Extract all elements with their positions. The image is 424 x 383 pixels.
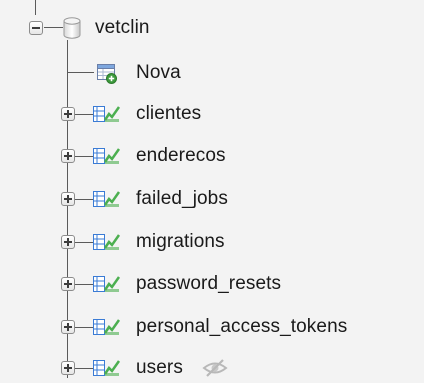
- table-icon: [93, 317, 121, 342]
- table-name[interactable]: clientes: [136, 100, 201, 128]
- tree-line-top: [35, 0, 36, 15]
- table-icon: [93, 189, 121, 214]
- expand-icon[interactable]: [61, 192, 75, 206]
- table-icon: [93, 274, 121, 299]
- collapse-icon[interactable]: [29, 21, 43, 35]
- expand-icon[interactable]: [61, 107, 75, 121]
- eye-slash-icon[interactable]: [202, 358, 228, 383]
- expand-icon[interactable]: [61, 149, 75, 163]
- new-table-row[interactable]: Nova: [0, 59, 424, 87]
- table-name[interactable]: users: [136, 354, 183, 382]
- table-name[interactable]: enderecos: [136, 142, 226, 170]
- table-row[interactable]: password_resets: [0, 270, 424, 298]
- tree-line-branch: [75, 284, 93, 285]
- tree-line-branch: [75, 327, 93, 328]
- table-icon: [93, 146, 121, 171]
- table-icon: [93, 104, 121, 129]
- table-row[interactable]: personal_access_tokens: [0, 313, 424, 341]
- table-name[interactable]: password_resets: [136, 270, 281, 298]
- expand-icon[interactable]: [61, 361, 75, 375]
- table-row[interactable]: failed_jobs: [0, 185, 424, 213]
- table-row[interactable]: enderecos: [0, 142, 424, 170]
- table-name[interactable]: failed_jobs: [136, 185, 228, 213]
- table-icon: [93, 232, 121, 257]
- tree-line-branch: [75, 199, 93, 200]
- tree-line-branch: [75, 368, 93, 369]
- tree-line-branch: [75, 242, 93, 243]
- table-row[interactable]: migrations: [0, 228, 424, 256]
- database-row[interactable]: vetclin: [0, 14, 424, 42]
- database-name[interactable]: vetclin: [95, 14, 150, 42]
- tree-line-branch: [75, 114, 93, 115]
- table-name[interactable]: personal_access_tokens: [136, 313, 347, 341]
- navigation-tree: vetclin Nova clientes enderecos failed_j…: [0, 0, 424, 383]
- table-row[interactable]: users: [0, 354, 424, 382]
- database-icon: [62, 16, 82, 45]
- new-table-icon: [96, 63, 118, 90]
- table-icon: [93, 358, 121, 383]
- table-row[interactable]: clientes: [0, 100, 424, 128]
- expand-icon[interactable]: [61, 320, 75, 334]
- expand-icon[interactable]: [61, 235, 75, 249]
- new-table-label[interactable]: Nova: [136, 59, 181, 87]
- tree-line-branch: [75, 156, 93, 157]
- table-name[interactable]: migrations: [136, 228, 225, 256]
- expand-icon[interactable]: [61, 277, 75, 291]
